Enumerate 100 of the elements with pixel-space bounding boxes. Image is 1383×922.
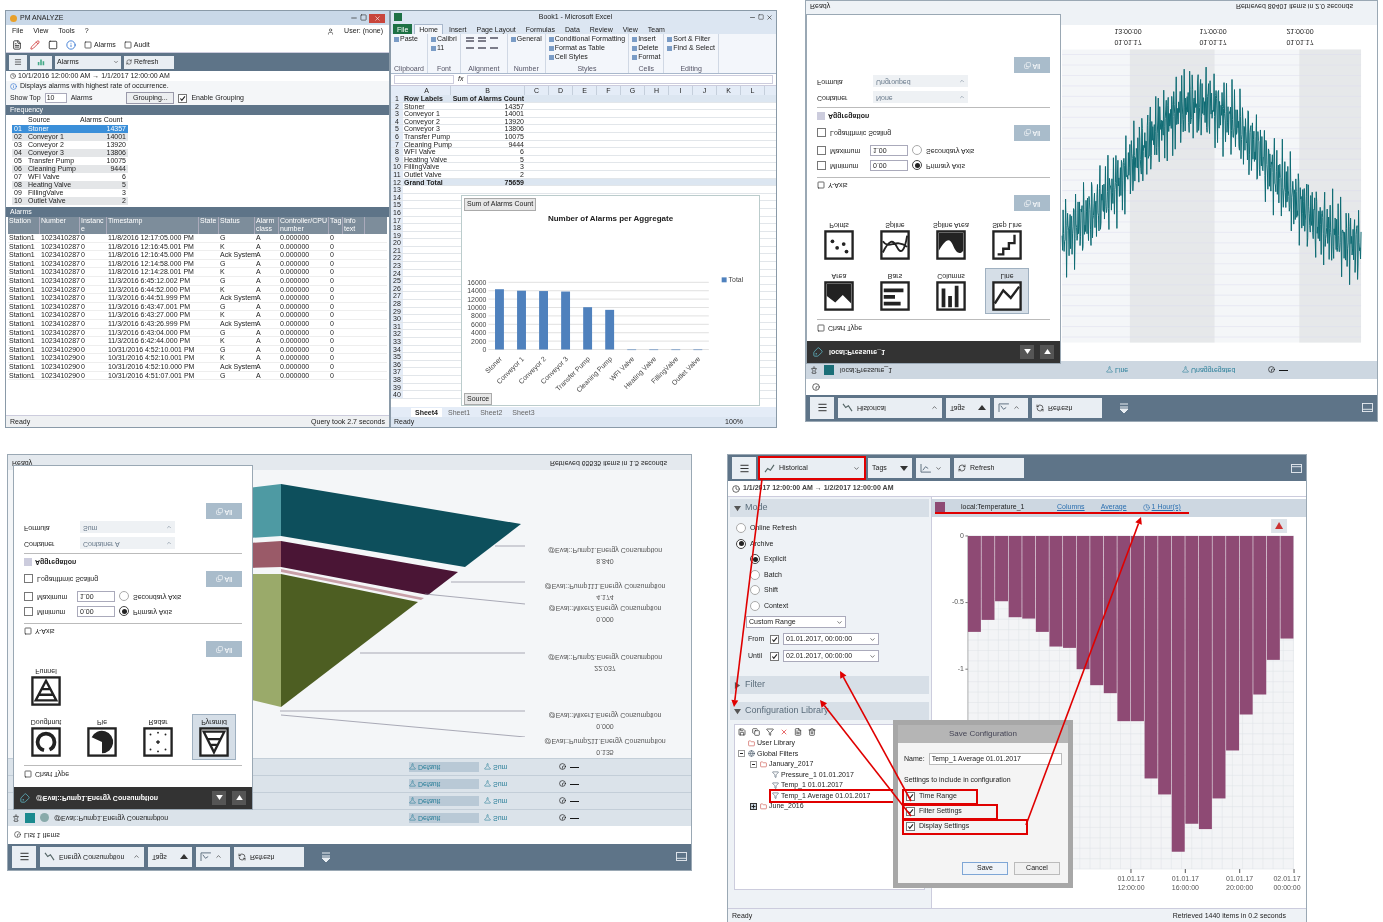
legend-toggle-icon[interactable] bbox=[1271, 519, 1288, 533]
app-icon bbox=[394, 13, 402, 21]
close-icon[interactable] bbox=[766, 13, 773, 21]
caret-icon bbox=[180, 854, 188, 860]
pencil-icon[interactable] bbox=[30, 39, 40, 50]
checkbox[interactable] bbox=[817, 128, 826, 138]
pin-icon[interactable] bbox=[12, 814, 20, 822]
radio-button[interactable] bbox=[750, 554, 760, 565]
caret-icon bbox=[931, 404, 938, 412]
move-down-button[interactable] bbox=[1040, 345, 1054, 359]
checkbox[interactable] bbox=[906, 822, 915, 831]
document-icon[interactable] bbox=[794, 728, 802, 736]
radio-button[interactable] bbox=[736, 538, 746, 549]
funnel-icon[interactable] bbox=[766, 728, 774, 736]
expand-box-icon[interactable] bbox=[750, 802, 757, 810]
ribbon-icon bbox=[510, 36, 516, 42]
move-down-button[interactable] bbox=[232, 791, 246, 805]
funnel-icon bbox=[772, 771, 779, 779]
checkbox[interactable] bbox=[178, 93, 188, 103]
checkbox[interactable] bbox=[906, 807, 915, 816]
maximize-icon[interactable] bbox=[758, 13, 764, 20]
funnel-icon bbox=[1182, 366, 1189, 374]
bar-chart-icon bbox=[37, 58, 45, 66]
pyramid-chart-icon bbox=[199, 727, 229, 758]
checkbox[interactable] bbox=[770, 634, 779, 644]
ribbon-icon bbox=[394, 36, 399, 42]
checkbox[interactable] bbox=[770, 651, 779, 661]
radio-button[interactable] bbox=[912, 145, 922, 156]
series-swatch bbox=[824, 365, 834, 375]
funnel-icon bbox=[484, 814, 491, 822]
window-icon[interactable] bbox=[1362, 403, 1373, 413]
chart-dropdown[interactable] bbox=[30, 55, 52, 69]
checkbox[interactable] bbox=[24, 607, 33, 616]
down-triangle-icon bbox=[235, 795, 243, 801]
move-up-button[interactable] bbox=[1020, 345, 1034, 359]
copy-icon[interactable] bbox=[752, 728, 760, 736]
formula-field[interactable] bbox=[467, 75, 773, 84]
caret-icon bbox=[1013, 404, 1020, 412]
radio-button[interactable] bbox=[912, 160, 922, 171]
menu-button[interactable] bbox=[9, 54, 27, 70]
caret-icon bbox=[869, 635, 876, 643]
maximize-icon[interactable] bbox=[360, 13, 367, 21]
folder-icon bbox=[760, 802, 767, 810]
copy-icon bbox=[1023, 200, 1031, 207]
menu-icon bbox=[816, 402, 828, 414]
document-icon[interactable] bbox=[12, 39, 22, 50]
window-icon[interactable] bbox=[676, 852, 687, 862]
menu-button[interactable] bbox=[732, 457, 756, 479]
help-icon[interactable] bbox=[66, 39, 76, 50]
menu-button[interactable] bbox=[810, 397, 834, 419]
interval-link[interactable]: — bbox=[559, 811, 579, 825]
collapse-icon[interactable] bbox=[1118, 402, 1130, 414]
tag-icon bbox=[20, 793, 30, 803]
checkbox[interactable] bbox=[906, 792, 915, 801]
radio-button[interactable] bbox=[750, 585, 760, 596]
menu-button[interactable] bbox=[12, 846, 36, 868]
refresh-icon bbox=[1036, 404, 1044, 412]
collapse-box-icon[interactable] bbox=[750, 760, 757, 768]
interval-link[interactable]: — bbox=[559, 760, 579, 774]
section-header[interactable]: Configuration Library bbox=[730, 702, 929, 720]
interval-link[interactable]: — bbox=[559, 777, 579, 791]
interval-link[interactable]: — bbox=[559, 794, 579, 808]
checkbox[interactable] bbox=[24, 574, 33, 584]
checkbox[interactable] bbox=[24, 592, 33, 601]
window-icon[interactable] bbox=[1291, 463, 1302, 473]
clock-icon bbox=[559, 763, 566, 771]
collapse-box-icon[interactable] bbox=[738, 750, 745, 758]
section-header[interactable]: Filter bbox=[730, 676, 929, 694]
right-triangle-icon bbox=[734, 681, 741, 689]
series-swatch bbox=[935, 502, 945, 512]
points-chart-icon bbox=[824, 230, 854, 260]
delete-icon[interactable] bbox=[780, 728, 788, 736]
pin-icon[interactable] bbox=[810, 366, 818, 374]
save-icon[interactable] bbox=[738, 728, 746, 736]
radio-button[interactable] bbox=[736, 523, 746, 534]
interval-link[interactable]: — bbox=[1268, 363, 1288, 377]
funnel-icon bbox=[409, 814, 416, 822]
checkbox[interactable] bbox=[817, 146, 826, 155]
clock-icon[interactable] bbox=[812, 383, 820, 391]
clock-icon bbox=[10, 73, 16, 79]
funnel-icon bbox=[484, 780, 491, 788]
close-button[interactable] bbox=[369, 13, 385, 23]
radio-button[interactable] bbox=[119, 591, 129, 602]
trash-icon[interactable] bbox=[808, 728, 816, 736]
folder-icon bbox=[760, 760, 767, 768]
radio-button[interactable] bbox=[750, 600, 760, 611]
caret-icon bbox=[935, 464, 942, 472]
up-triangle-icon bbox=[1023, 349, 1031, 355]
funnel-icon bbox=[484, 763, 491, 771]
menu-icon bbox=[14, 58, 22, 66]
radar-chart-icon bbox=[143, 727, 173, 758]
radio-button[interactable] bbox=[750, 569, 760, 580]
axis-chart-icon bbox=[920, 463, 931, 473]
checkbox[interactable] bbox=[817, 161, 826, 170]
move-up-button[interactable] bbox=[212, 791, 226, 805]
dialog-title: Save Configuration bbox=[898, 725, 1068, 743]
clock-icon bbox=[1142, 503, 1150, 511]
radio-button[interactable] bbox=[119, 606, 129, 617]
collapse-icon[interactable] bbox=[320, 851, 332, 863]
clock-icon bbox=[559, 814, 566, 822]
